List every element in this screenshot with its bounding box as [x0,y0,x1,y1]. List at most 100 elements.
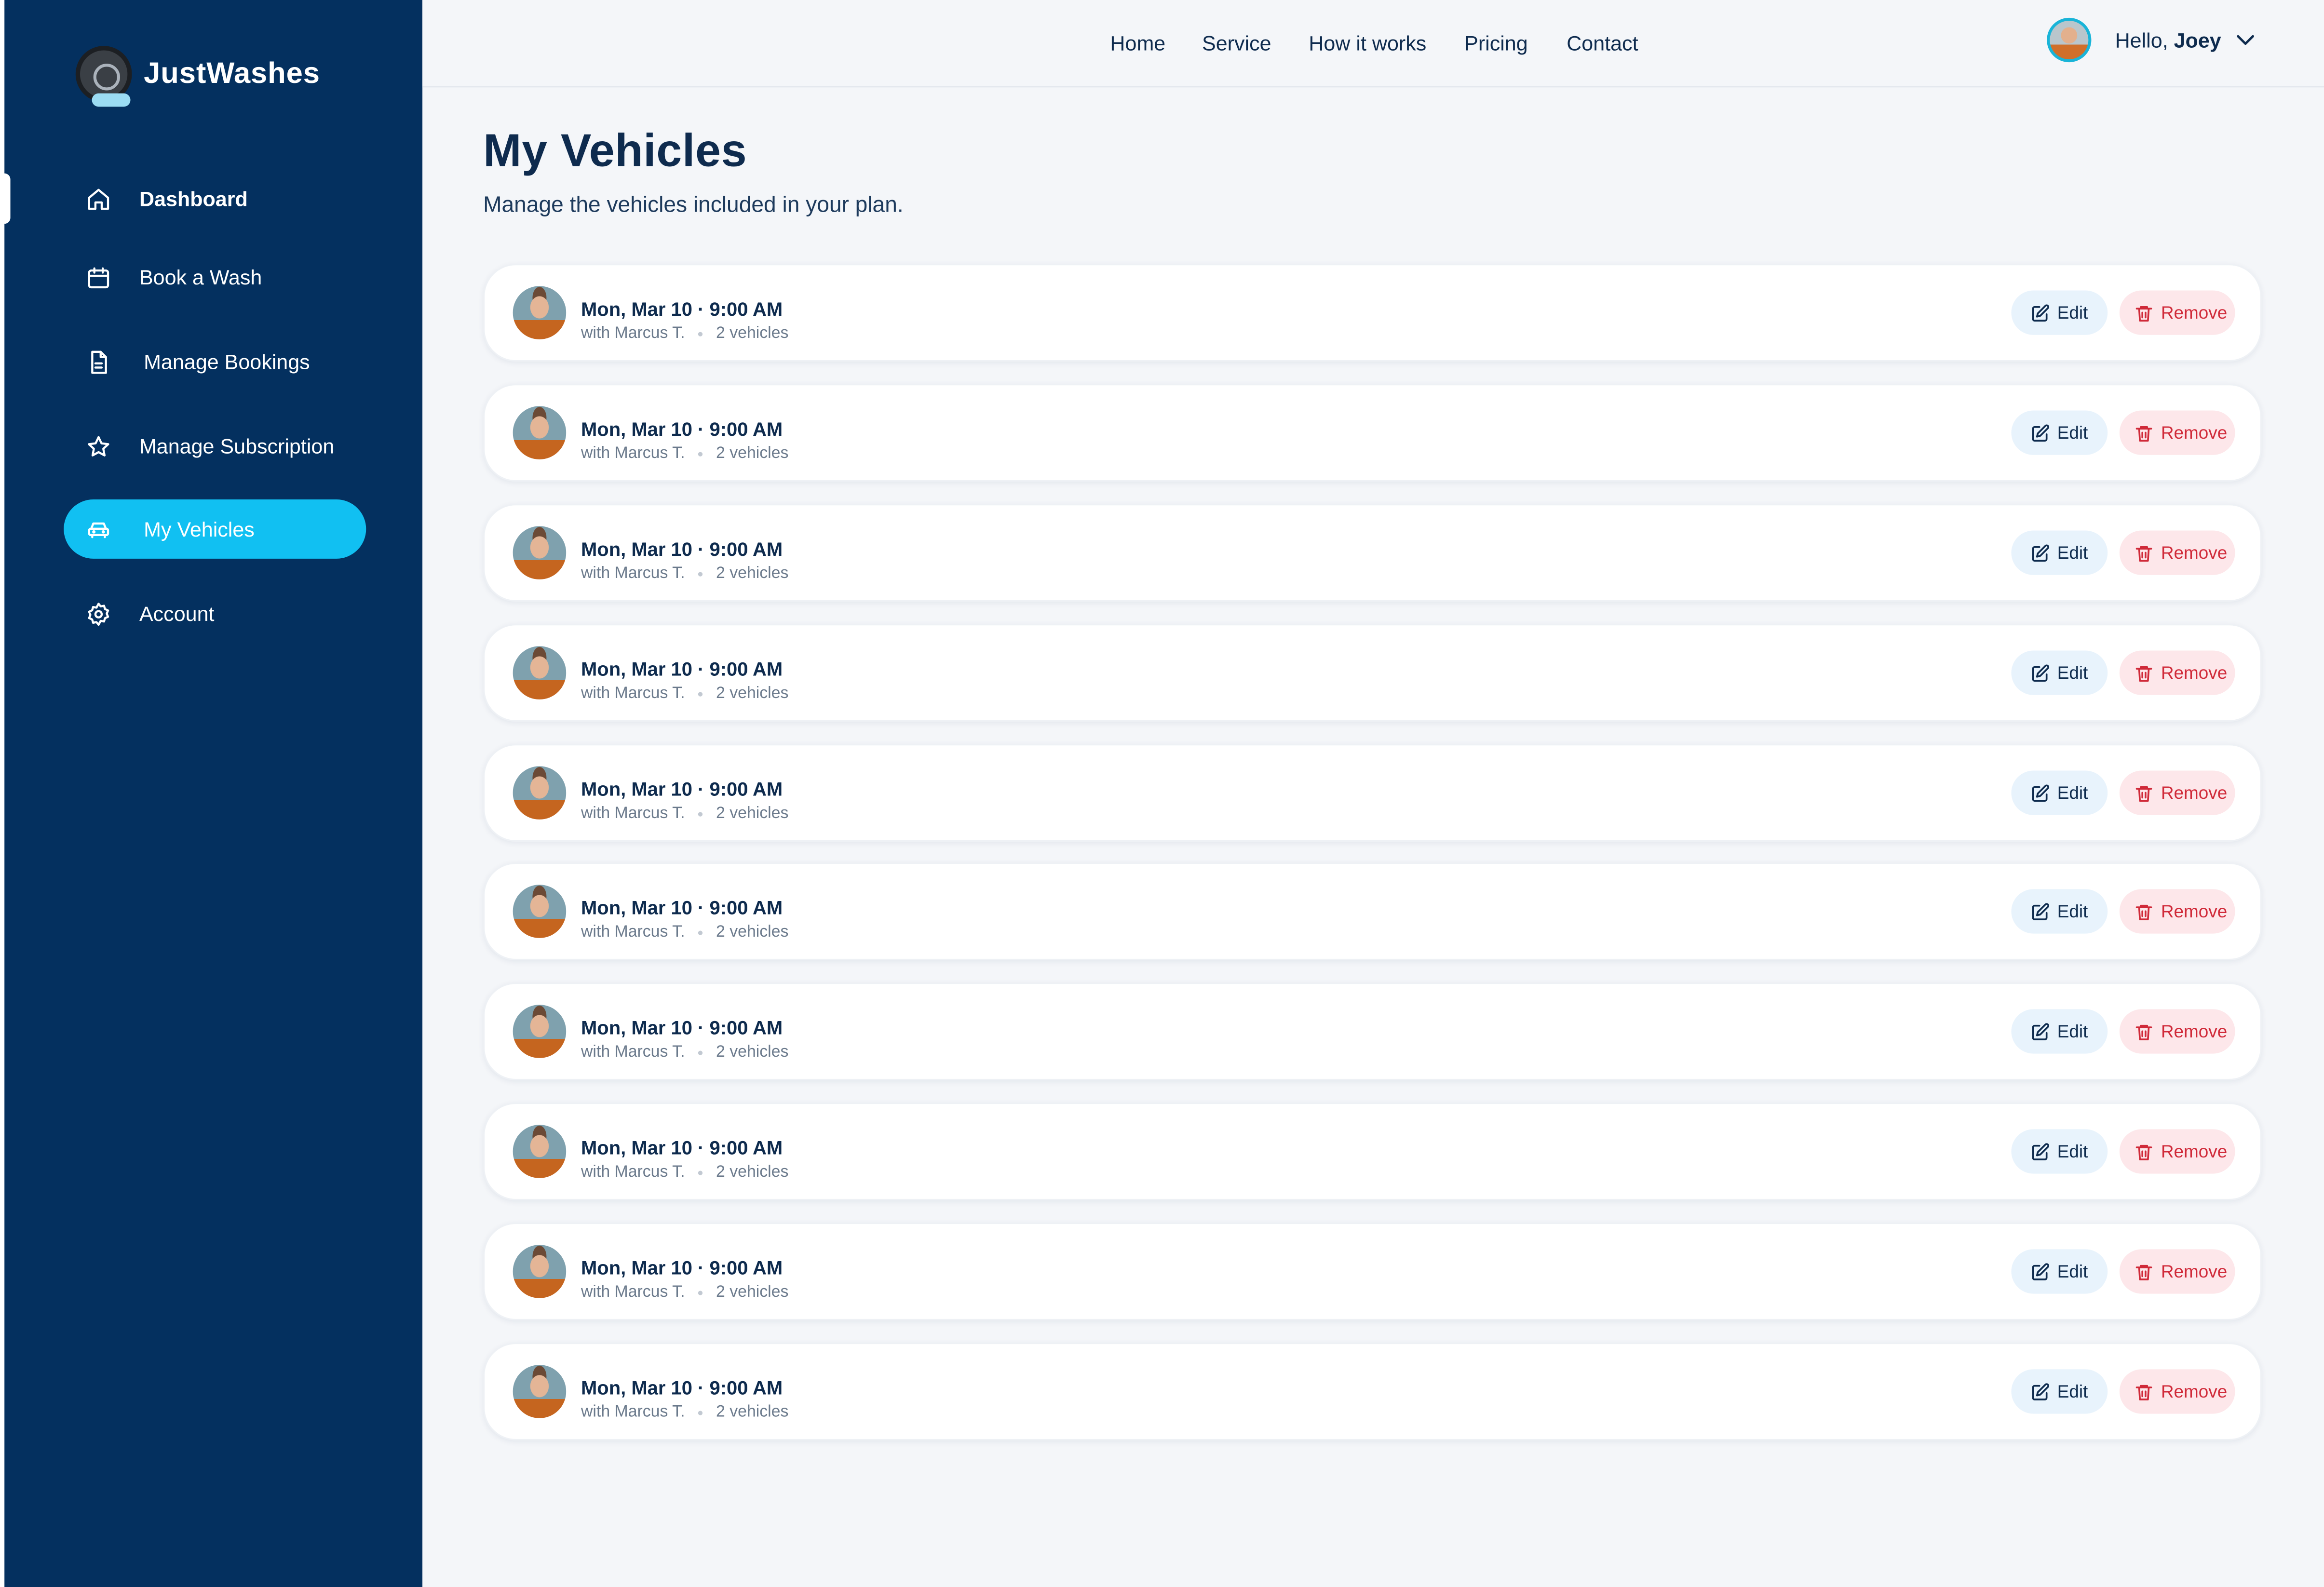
separator-dot [698,811,703,816]
booking-meta: with Marcus T. 2 vehicles [581,923,788,941]
vehicle-card: Mon, Mar 10 · 9:00 AM with Marcus T. 2 ve… [483,264,2262,362]
edit-icon [2030,902,2050,921]
sidebar-item-dashboard[interactable]: Dashboard [64,169,366,228]
sidebar-item-book-a-wash[interactable]: Book a Wash [64,247,366,307]
edit-icon [2030,303,2050,323]
remove-button[interactable]: Remove [2119,290,2235,335]
trash-icon [2135,1022,2154,1041]
active-marker [0,173,11,224]
edit-icon [2030,783,2050,803]
separator-dot [698,571,703,576]
vehicle-card: Mon, Mar 10 · 9:00 AM with Marcus T. 2 ve… [483,624,2262,722]
booking-meta: with Marcus T. 2 vehicles [581,685,788,702]
washer-name: with Marcus T. [581,324,685,343]
nav-link-home[interactable]: Home [1110,31,1165,55]
remove-button[interactable]: Remove [2119,650,2235,695]
washer-avatar [513,526,567,579]
remove-button[interactable]: Remove [2119,1009,2235,1054]
nav-link-pricing[interactable]: Pricing [1464,31,1528,55]
booking-meta: with Marcus T. 2 vehicles [581,444,788,462]
booking-datetime: Mon, Mar 10 · 9:00 AM [581,538,783,560]
remove-label: Remove [2161,1381,2228,1402]
vehicle-count: 2 vehicles [716,1043,789,1061]
edit-button[interactable]: Edit [2011,410,2108,455]
nav-link-service[interactable]: Service [1202,31,1271,55]
booking-meta: with Marcus T. 2 vehicles [581,565,788,582]
sidebar-item-label: Book a Wash [139,265,262,289]
edit-button[interactable]: Edit [2011,1129,2108,1174]
booking-meta: with Marcus T. 2 vehicles [581,805,788,822]
separator-dot [698,1410,703,1415]
user-name: Joey [2174,28,2221,52]
trash-icon [2135,303,2154,323]
washer-avatar [513,885,567,938]
sidebar-item-label: Manage Subscription [139,434,335,458]
vehicle-card: Mon, Mar 10 · 9:00 AM with Marcus T. 2 ve… [483,1103,2262,1200]
edit-icon [2030,1022,2050,1041]
washer-name: with Marcus T. [581,805,685,823]
trash-icon [2135,1262,2154,1281]
sidebar-item-my-vehicles[interactable]: My Vehicles [64,499,366,559]
edit-icon [2030,663,2050,683]
edit-button[interactable]: Edit [2011,889,2108,934]
remove-button[interactable]: Remove [2119,1369,2235,1414]
separator-dot [698,691,703,696]
edit-label: Edit [2057,542,2088,564]
washer-avatar [513,1245,567,1298]
edit-button[interactable]: Edit [2011,290,2108,335]
edit-icon [2030,1262,2050,1281]
separator-dot [698,1049,703,1055]
edit-label: Edit [2057,1141,2088,1162]
edit-label: Edit [2057,302,2088,323]
star-icon [86,433,111,458]
washer-avatar [513,1005,567,1058]
separator-dot [698,1290,703,1295]
remove-label: Remove [2161,662,2228,684]
sidebar-item-account[interactable]: Account [64,584,366,643]
washer-name: with Marcus T. [581,1283,685,1301]
washer-avatar [513,646,567,699]
edit-icon [2030,543,2050,563]
edit-label: Edit [2057,662,2088,684]
remove-button[interactable]: Remove [2119,530,2235,575]
sidebar-item-manage-subscription[interactable]: Manage Subscription [64,417,366,476]
booking-meta: with Marcus T. 2 vehicles [581,1043,788,1061]
nav-link-contact[interactable]: Contact [1567,31,1638,55]
edit-button[interactable]: Edit [2011,1369,2108,1414]
user-avatar [2047,17,2092,63]
remove-button[interactable]: Remove [2119,770,2235,815]
remove-button[interactable]: Remove [2119,1129,2235,1174]
gear-icon [86,601,111,626]
tire-logo-icon [75,46,132,107]
washer-name: with Marcus T. [581,685,685,703]
user-menu[interactable]: Hello, Joey [2047,17,2254,63]
edit-button[interactable]: Edit [2011,1009,2108,1054]
edit-icon [2030,1382,2050,1401]
booking-meta: with Marcus T. 2 vehicles [581,324,788,342]
booking-meta: with Marcus T. 2 vehicles [581,1283,788,1301]
remove-label: Remove [2161,422,2228,444]
booking-datetime: Mon, Mar 10 · 9:00 AM [581,896,783,919]
remove-button[interactable]: Remove [2119,410,2235,455]
booking-meta: with Marcus T. 2 vehicles [581,1403,788,1421]
edit-button[interactable]: Edit [2011,530,2108,575]
sidebar-item-label: Manage Bookings [144,350,310,374]
washer-name: with Marcus T. [581,565,685,583]
booking-datetime: Mon, Mar 10 · 9:00 AM [581,417,783,440]
vehicle-count: 2 vehicles [716,324,789,343]
edit-button[interactable]: Edit [2011,650,2108,695]
sidebar-item-manage-bookings[interactable]: Manage Bookings [64,332,366,391]
edit-button[interactable]: Edit [2011,770,2108,815]
edit-button[interactable]: Edit [2011,1249,2108,1294]
chevron-down-icon [2236,27,2254,53]
nav-link-how-it-works[interactable]: How it works [1309,31,1426,55]
calendar-icon [86,265,111,290]
page-title: My Vehicles [483,124,747,176]
remove-button[interactable]: Remove [2119,1249,2235,1294]
brand-logo[interactable]: JustWashes [75,46,320,107]
separator-dot [698,451,703,456]
edit-icon [2030,1142,2050,1161]
remove-label: Remove [2161,1021,2228,1042]
trash-icon [2135,1382,2154,1401]
remove-button[interactable]: Remove [2119,889,2235,934]
